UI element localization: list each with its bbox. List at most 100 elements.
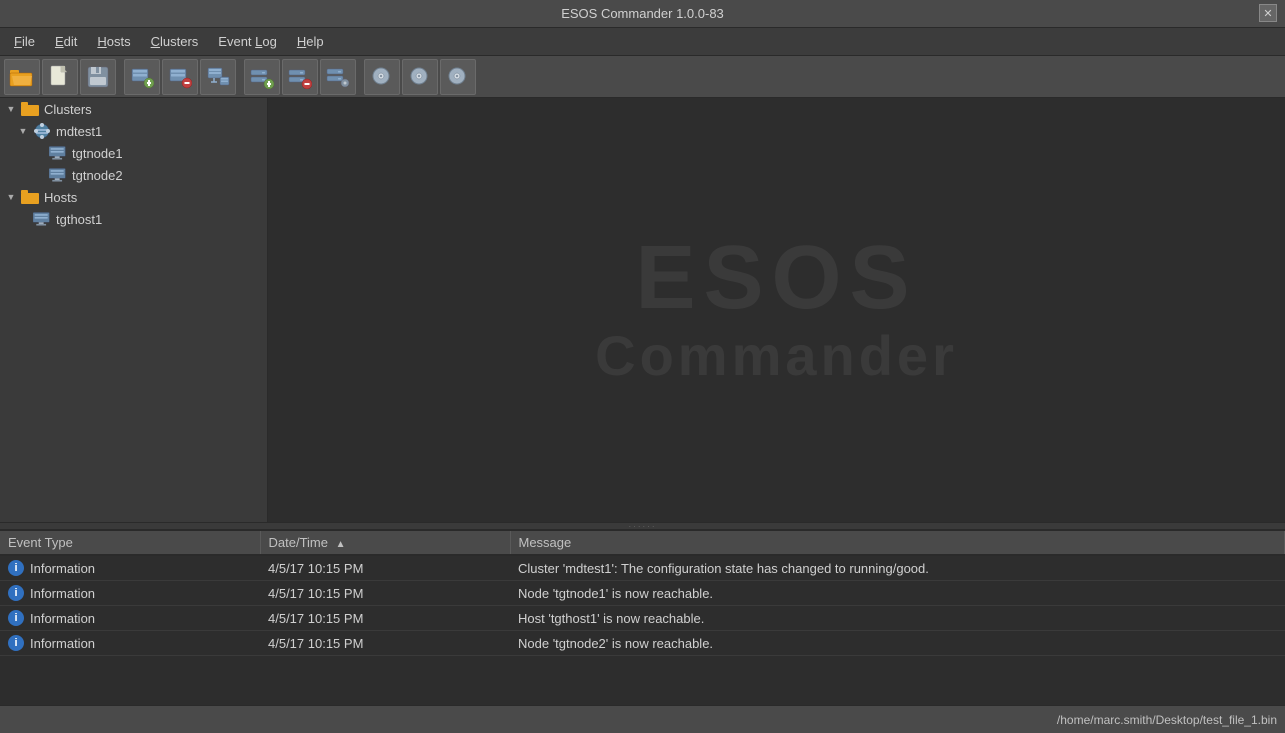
close-button[interactable]: ✕ <box>1259 4 1277 22</box>
search2-icon <box>408 65 432 89</box>
host-connect-icon <box>206 65 230 89</box>
title-bar: ESOS Commander 1.0.0-83 ✕ <box>0 0 1285 28</box>
search-icon <box>370 65 394 89</box>
toolbar-search1-button[interactable] <box>364 59 400 95</box>
mdtest1-label: mdtest1 <box>56 124 102 139</box>
col-header-message[interactable]: Message <box>510 531 1285 555</box>
toolbar-save-button[interactable] <box>80 59 116 95</box>
event-message-cell: Node 'tgtnode2' is now reachable. <box>510 631 1285 656</box>
tree-hosts-root[interactable]: ▼ Hosts <box>0 186 267 208</box>
menu-file[interactable]: File <box>4 31 45 52</box>
info-icon: i <box>8 610 24 626</box>
table-row[interactable]: i Information 4/5/17 10:15 PMNode 'tgtnode… <box>0 631 1285 656</box>
toolbar-host-add-button[interactable] <box>124 59 160 95</box>
toolbar-search2-button[interactable] <box>402 59 438 95</box>
host-add-icon <box>130 65 154 89</box>
tgtnode1-label: tgtnode1 <box>72 146 123 161</box>
col-header-event-type[interactable]: Event Type <box>0 531 260 555</box>
watermark-esos: ESOS <box>635 233 917 323</box>
event-type-label: Information <box>30 561 95 576</box>
event-table: Event Type Date/Time ▲ Message i Informat… <box>0 531 1285 705</box>
event-datetime-cell: 4/5/17 10:15 PM <box>260 581 510 606</box>
menu-bar: File Edit Hosts Clusters Event Log Help <box>0 28 1285 56</box>
event-type-cell: i Information <box>0 606 260 631</box>
info-icon: i <box>8 560 24 576</box>
tgthost1-label: tgthost1 <box>56 212 102 227</box>
info-icon: i <box>8 585 24 601</box>
col-message-label: Message <box>519 535 572 550</box>
tree-host-tgthost1[interactable]: ▶ tgthost1 <box>0 208 267 230</box>
watermark: ESOS Commander <box>595 233 958 388</box>
tree-node-tgtnode2[interactable]: ▶ tgtnode2 <box>0 164 267 186</box>
tree-clusters-root[interactable]: ▼ Clusters <box>0 98 267 120</box>
tgthost1-host-icon <box>33 210 51 228</box>
cluster-add-icon <box>250 65 274 89</box>
event-message-cell: Node 'tgtnode1' is now reachable. <box>510 581 1285 606</box>
event-datetime-cell: 4/5/17 10:15 PM <box>260 606 510 631</box>
tgtnode2-node-icon <box>49 166 67 184</box>
app-title: ESOS Commander 1.0.0-83 <box>561 6 724 21</box>
new-doc-icon <box>48 65 72 89</box>
toolbar-host-connect-button[interactable] <box>200 59 236 95</box>
event-log-panel: Event Type Date/Time ▲ Message i Informat… <box>0 530 1285 705</box>
toolbar-search3-button[interactable] <box>440 59 476 95</box>
event-table-body: iInformation4/5/17 10:15 PMCluster 'mdte… <box>0 555 1285 656</box>
event-message-cell: Cluster 'mdtest1': The configuration sta… <box>510 555 1285 581</box>
menu-edit[interactable]: Edit <box>45 31 87 52</box>
bottom-drag-handle[interactable] <box>0 522 1285 530</box>
hosts-folder-icon <box>21 188 39 206</box>
event-type-cell: i Information <box>0 631 260 656</box>
event-type-label: Information <box>30 586 95 601</box>
col-event-type-label: Event Type <box>8 535 73 550</box>
event-datetime-cell: 4/5/17 10:15 PM <box>260 631 510 656</box>
cluster-config-icon <box>326 65 350 89</box>
event-log-table: Event Type Date/Time ▲ Message i Informat… <box>0 531 1285 656</box>
clusters-label: Clusters <box>44 102 92 117</box>
toolbar-open-button[interactable] <box>4 59 40 95</box>
tree-panel: ▼ Clusters ▼ <box>0 98 268 522</box>
tree-cluster-mdtest1[interactable]: ▼ mdtest1 <box>0 120 267 142</box>
event-type-label: Information <box>30 611 95 626</box>
open-folder-icon <box>9 65 35 89</box>
tree-node-tgtnode1[interactable]: ▶ tgtnode1 <box>0 142 267 164</box>
clusters-toggle[interactable]: ▼ <box>4 102 18 116</box>
main-content-panel: ESOS Commander <box>268 98 1285 522</box>
tgtnode1-node-icon <box>49 144 67 162</box>
table-row[interactable]: i Information 4/5/17 10:15 PMCluster 'mdte… <box>0 555 1285 581</box>
table-header-row: Event Type Date/Time ▲ Message <box>0 531 1285 555</box>
mdtest1-toggle[interactable]: ▼ <box>16 124 30 138</box>
toolbar-new-button[interactable] <box>42 59 78 95</box>
status-path: /home/marc.smith/Desktop/test_file_1.bin <box>1057 713 1277 727</box>
search3-icon <box>446 65 470 89</box>
mdtest1-cluster-icon <box>33 122 51 140</box>
info-icon: i <box>8 635 24 651</box>
col-header-datetime[interactable]: Date/Time ▲ <box>260 531 510 555</box>
toolbar-cluster-remove-button[interactable] <box>282 59 318 95</box>
menu-clusters[interactable]: Clusters <box>141 31 209 52</box>
tgtnode2-label: tgtnode2 <box>72 168 123 183</box>
hosts-label: Hosts <box>44 190 77 205</box>
hosts-toggle[interactable]: ▼ <box>4 190 18 204</box>
save-icon <box>86 65 110 89</box>
toolbar-cluster-config-button[interactable] <box>320 59 356 95</box>
watermark-commander: Commander <box>595 323 958 388</box>
menu-hosts[interactable]: Hosts <box>87 31 140 52</box>
toolbar-host-remove-button[interactable] <box>162 59 198 95</box>
toolbar-cluster-add-button[interactable] <box>244 59 280 95</box>
menu-event-log[interactable]: Event Log <box>208 31 287 52</box>
clusters-folder-icon <box>21 100 39 118</box>
menu-help[interactable]: Help <box>287 31 334 52</box>
col-datetime-label: Date/Time <box>269 535 328 550</box>
main-area: ▼ Clusters ▼ <box>0 98 1285 705</box>
event-type-cell: i Information <box>0 555 260 581</box>
cluster-remove-icon <box>288 65 312 89</box>
status-bar: /home/marc.smith/Desktop/test_file_1.bin <box>0 705 1285 733</box>
toolbar <box>0 56 1285 98</box>
table-row[interactable]: i Information 4/5/17 10:15 PMHost 'tgthost… <box>0 606 1285 631</box>
content-area: ▼ Clusters ▼ <box>0 98 1285 522</box>
host-remove-icon <box>168 65 192 89</box>
event-type-label: Information <box>30 636 95 651</box>
event-datetime-cell: 4/5/17 10:15 PM <box>260 555 510 581</box>
table-row[interactable]: i Information 4/5/17 10:15 PMNode 'tgtnode… <box>0 581 1285 606</box>
event-message-cell: Host 'tgthost1' is now reachable. <box>510 606 1285 631</box>
